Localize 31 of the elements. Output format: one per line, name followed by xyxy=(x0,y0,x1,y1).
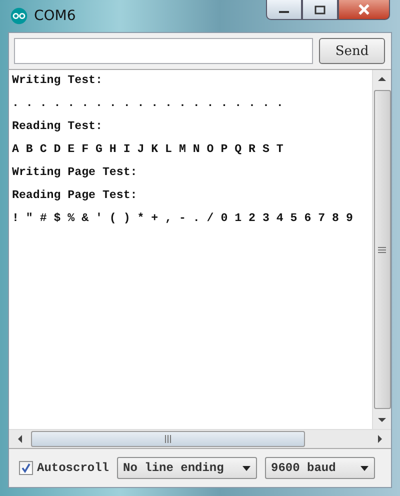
output-line: Reading Test: xyxy=(12,120,104,135)
send-input-field[interactable] xyxy=(14,38,313,64)
maximize-icon xyxy=(314,4,326,14)
output-line: ! " # $ % & ' ( ) * + , - . / 0 1 2 3 4 5 6 7 8 9 xyxy=(12,212,354,227)
send-button[interactable]: Send xyxy=(319,38,385,64)
down-arrow-icon[interactable] xyxy=(378,417,386,423)
infinity-logo-icon xyxy=(10,7,28,25)
vertical-scrollbar[interactable] xyxy=(372,70,391,429)
output-line: Reading Page Test: xyxy=(12,189,138,204)
right-arrow-icon[interactable] xyxy=(377,435,383,443)
checkmark-icon xyxy=(21,463,31,473)
autoscroll-label: Autoscroll xyxy=(37,461,110,475)
dropdown-arrow-icon xyxy=(242,466,252,470)
maximize-button[interactable] xyxy=(302,0,338,20)
window-title: COM6 xyxy=(34,8,76,24)
dropdown-arrow-icon xyxy=(360,466,370,470)
close-icon xyxy=(357,4,371,15)
output-line: . . . . . . . . . . . . . . . . . . . . xyxy=(12,97,284,112)
horizontal-scrollbar[interactable] xyxy=(9,429,391,448)
grip-icon xyxy=(378,246,386,254)
grip-icon xyxy=(164,435,172,443)
autoscroll-checkbox[interactable] xyxy=(19,461,33,475)
minimize-button[interactable] xyxy=(266,0,302,20)
close-button[interactable] xyxy=(338,0,390,20)
baud-rate-dropdown[interactable]: 9600 baud xyxy=(265,457,376,479)
up-arrow-icon[interactable] xyxy=(378,76,386,82)
output-line: Writing Test: xyxy=(12,74,104,89)
line-ending-dropdown[interactable]: No line ending xyxy=(117,457,258,479)
output-line: A B C D E F G H I J K L M N O P Q R S T xyxy=(12,143,284,158)
output-line: Writing Page Test: xyxy=(12,166,138,181)
left-arrow-icon[interactable] xyxy=(17,435,23,443)
